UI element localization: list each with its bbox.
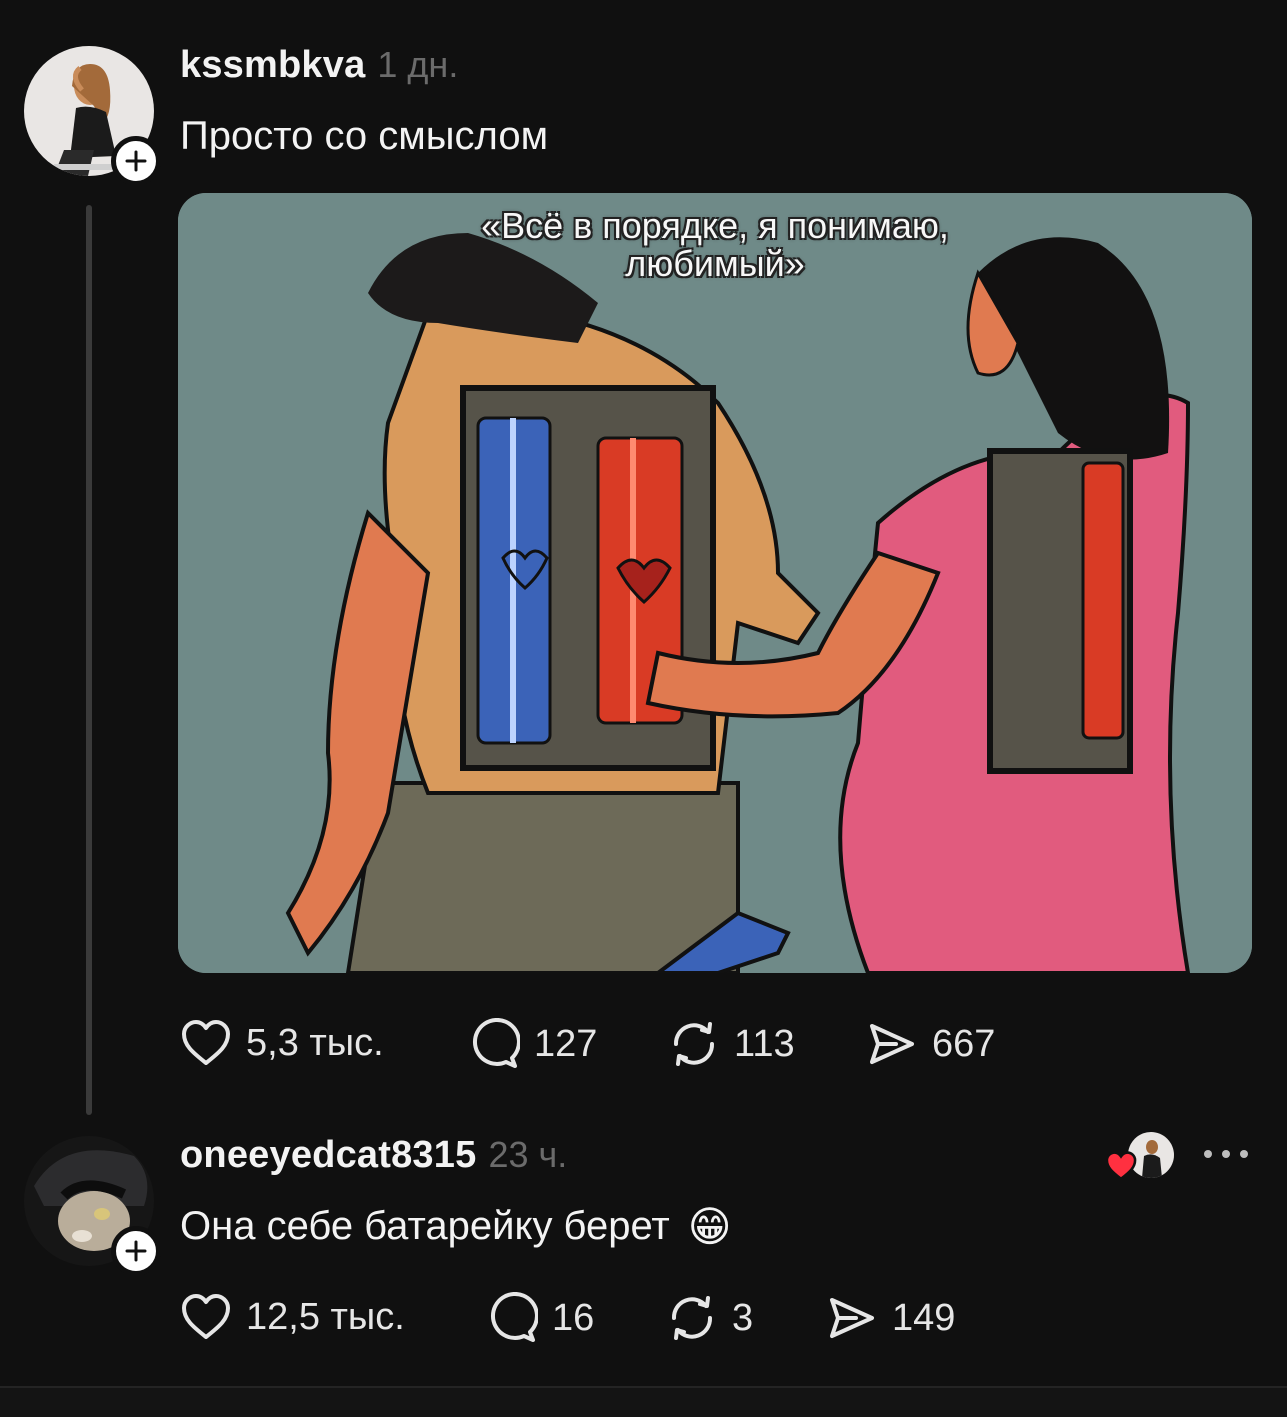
repost-icon (671, 1296, 713, 1340)
like-button[interactable]: 5,3 тыс. (180, 1018, 384, 1068)
post-username[interactable]: kssmbkva (180, 44, 365, 87)
post-text: Просто со смыслом (180, 114, 549, 158)
illustration-couple-batteries (178, 193, 1252, 973)
image-caption-line-1: «Всё в порядке, я понимаю, (481, 205, 949, 246)
post-image[interactable]: «Всё в порядке, я понимаю, любимый» (178, 193, 1252, 973)
comment-icon (473, 1018, 520, 1068)
image-caption: «Всё в порядке, я понимаю, любимый» (178, 207, 1252, 283)
post-timestamp: 1 дн. (377, 44, 459, 85)
reply-comment-count: 16 (552, 1296, 595, 1339)
comment-icon (491, 1292, 538, 1342)
reply-text: Она себе батарейку берет (180, 1204, 670, 1248)
heart-icon (182, 1294, 230, 1339)
thread-connector-line (86, 205, 92, 1115)
reply-share-count: 149 (892, 1296, 956, 1339)
heart-icon (182, 1020, 230, 1065)
more-options-button[interactable] (1200, 1142, 1252, 1166)
share-button[interactable]: 667 (866, 1018, 995, 1070)
plus-icon (125, 150, 147, 172)
reply-share-button[interactable]: 149 (826, 1292, 955, 1344)
follow-plus-button[interactable] (111, 136, 161, 186)
share-icon (830, 1298, 874, 1338)
reply-comment-button[interactable]: 16 (486, 1292, 594, 1344)
like-count: 5,3 тыс. (246, 1021, 384, 1064)
reply-timestamp: 23 ч. (488, 1134, 568, 1175)
post-header: kssmbkva 1 дн. (180, 44, 458, 87)
grinning-emoji: 😁 (687, 1203, 732, 1250)
reply-username[interactable]: oneeyedcat8315 (180, 1134, 476, 1177)
reply-repost-count: 3 (732, 1296, 754, 1339)
more-icon (1204, 1150, 1248, 1158)
reply-like-button[interactable]: 12,5 тыс. (180, 1292, 405, 1342)
liked-by-author-indicator (1104, 1132, 1176, 1181)
plus-icon (125, 1240, 147, 1262)
repost-button[interactable]: 113 (668, 1018, 795, 1070)
reply-repost-button[interactable]: 3 (666, 1292, 753, 1344)
comment-count: 127 (534, 1022, 598, 1065)
image-caption-line-2: любимый» (625, 243, 805, 284)
repost-icon (673, 1022, 715, 1066)
heart-icon (1105, 1151, 1137, 1181)
reply-like-count: 12,5 тыс. (246, 1295, 405, 1338)
follow-plus-button-reply[interactable] (111, 1226, 161, 1276)
reply-header: oneeyedcat8315 23 ч. (180, 1134, 567, 1177)
reply-text-row: Она себе батарейку берет 😁 (180, 1202, 732, 1251)
share-icon (870, 1024, 914, 1064)
bottom-divider-bar (0, 1386, 1287, 1417)
comment-button[interactable]: 127 (468, 1018, 597, 1070)
repost-count: 113 (734, 1022, 795, 1065)
share-count: 667 (932, 1022, 996, 1065)
